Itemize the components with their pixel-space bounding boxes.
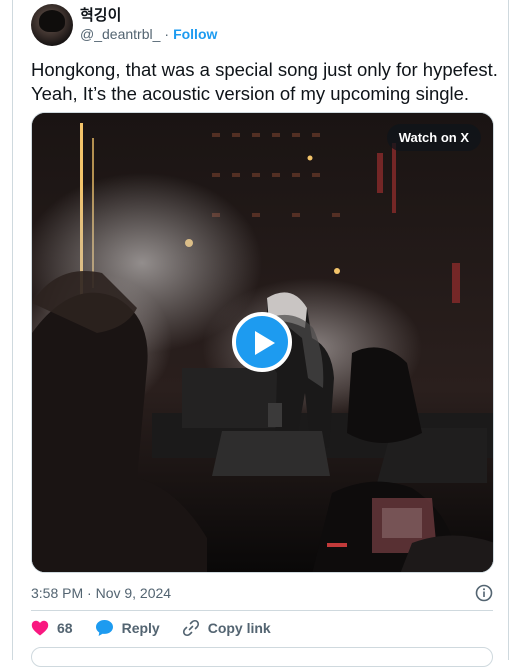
info-icon[interactable]: [475, 584, 493, 602]
display-name[interactable]: 혁깅이: [80, 7, 217, 25]
link-icon: [182, 619, 199, 637]
reply-label: Reply: [121, 620, 160, 636]
play-button[interactable]: [232, 312, 292, 372]
read-replies-pill[interactable]: [31, 647, 493, 667]
separator-dot: ·: [164, 26, 170, 42]
tweet-text-line-2: Yeah, It’s the acoustic version of my up…: [31, 83, 470, 104]
tweet-text: Hongkong, that was a special song just o…: [31, 58, 501, 106]
tweet-text-line-1: Hongkong, that was a special song just o…: [31, 59, 498, 80]
author-block: 혁깅이 @_deantrbl_ · Follow: [80, 7, 217, 43]
like-count: 68: [57, 620, 73, 636]
tweet-header: 혁깅이 @_deantrbl_ · Follow: [31, 2, 217, 48]
tweet-card: 혁깅이 @_deantrbl_ · Follow Hongkong, that …: [12, 0, 509, 667]
video-player[interactable]: Watch on X: [31, 112, 494, 573]
action-bar: 68 Reply Copy link: [31, 617, 293, 639]
reply-icon: [95, 620, 113, 636]
timestamp[interactable]: 3:58 PM · Nov 9, 2024: [31, 585, 171, 601]
copy-link-button[interactable]: Copy link: [182, 619, 271, 637]
follow-button[interactable]: Follow: [173, 25, 217, 43]
author-handle[interactable]: @_deantrbl_: [80, 25, 160, 43]
heart-icon: [31, 620, 49, 636]
tweet-meta: 3:58 PM · Nov 9, 2024: [31, 583, 493, 603]
like-button[interactable]: 68: [31, 620, 73, 636]
divider: [31, 610, 493, 611]
reply-button[interactable]: Reply: [95, 619, 160, 637]
play-icon: [255, 331, 275, 355]
handle-row: @_deantrbl_ · Follow: [80, 25, 217, 43]
watch-on-x-button[interactable]: Watch on X: [386, 124, 481, 151]
avatar[interactable]: [31, 4, 73, 46]
copy-link-label: Copy link: [207, 620, 271, 636]
